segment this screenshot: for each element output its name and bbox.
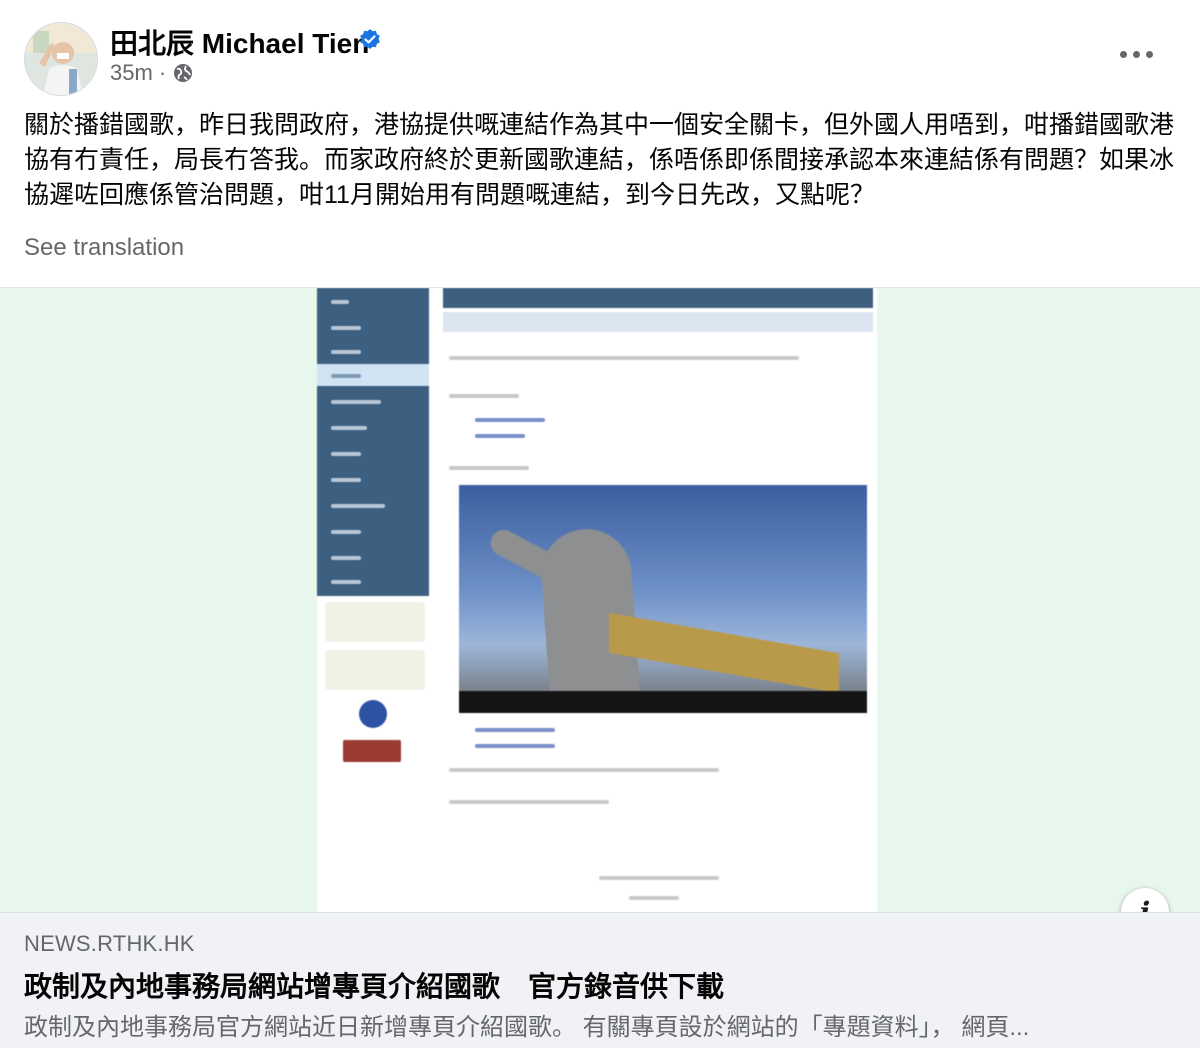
link-description: 政制及內地事務局官方網站近日新增專頁介紹國歌。 有關專頁設於網站的「專題資料」，… (24, 1014, 1030, 1041)
post-time[interactable]: 35m · (110, 60, 166, 86)
globe-icon[interactable] (172, 62, 194, 84)
screenshot-sidebar (317, 288, 429, 596)
more-options-button[interactable] (1110, 38, 1162, 70)
post-meta: 35m · (110, 60, 194, 86)
post-text: 關於播錯國歌，昨日我問政府，港協提供嘅連結作為其中一個安全關卡，但外國人用唔到，… (24, 111, 1175, 209)
author-avatar[interactable] (24, 22, 98, 96)
more-options-icon (1119, 50, 1127, 58)
see-translation-link[interactable]: See translation (24, 234, 184, 262)
screenshot-photo (459, 485, 867, 713)
post-header: 田北辰 Michael Tien 35m · (0, 0, 1200, 100)
author-name[interactable]: 田北辰 Michael Tien (110, 22, 369, 62)
profile-photo-icon (25, 23, 97, 95)
link-preview-image[interactable] (0, 287, 1200, 913)
website-screenshot (317, 288, 877, 913)
link-title: 政制及內地事務局網站增專頁介紹國歌 官方錄音供下載 (24, 971, 725, 1002)
verified-badge-icon (360, 29, 380, 49)
link-domain: NEWS.RTHK.HK (24, 931, 195, 956)
link-card[interactable]: NEWS.RTHK.HK 政制及內地事務局網站增專頁介紹國歌 官方錄音供下載 政… (0, 912, 1200, 1048)
